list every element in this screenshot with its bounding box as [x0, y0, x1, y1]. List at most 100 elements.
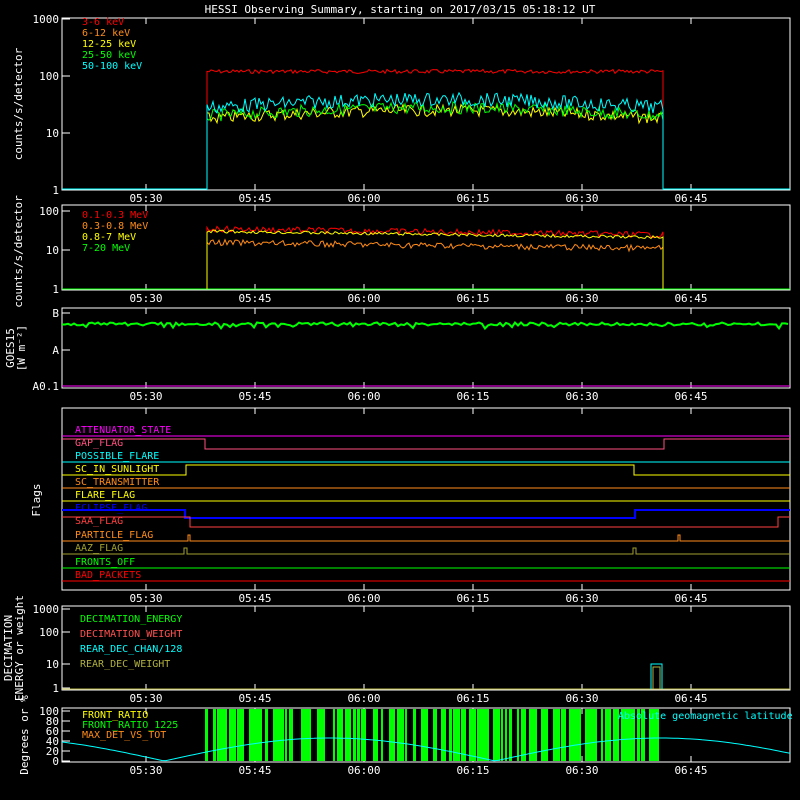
decimation-xtick-label: 06:00	[347, 692, 380, 705]
ratio-front-ratio-bar	[541, 709, 545, 761]
ratio-front-ratio-bar	[241, 709, 244, 761]
decimation-legend-item: REAR_DEC_WEIGHT	[80, 659, 170, 670]
goes-flux-line	[62, 321, 789, 331]
xray-xtick-label: 06:15	[456, 192, 489, 205]
xray-series-3-6	[206, 68, 664, 190]
flags-xtick-label: 06:45	[674, 592, 707, 605]
gamma-xtick-label: 06:00	[347, 292, 380, 305]
flags-label: SC_TRANSMITTER	[75, 477, 160, 488]
flags-label: POSSIBLE_FLARE	[75, 451, 159, 462]
ratio-legend-item: MAX_DET_VS_TOT	[82, 730, 166, 741]
goes-xtick-label: 06:00	[347, 390, 380, 403]
chart-title: HESSI Observing Summary, starting on 201…	[205, 3, 596, 16]
flags-label: GAP_FLAG	[75, 438, 123, 449]
ratio-front-ratio-bar	[497, 709, 500, 761]
xray-legend-item: 12-25 keV	[82, 39, 136, 50]
ratio-front-ratio-bar	[501, 709, 503, 761]
ratio-ylabel: Degrees or %	[18, 695, 31, 775]
flags-label: FRONTS_OFF	[75, 557, 135, 568]
xray-xtick-label: 05:45	[238, 192, 271, 205]
ratio-front-ratio-bar	[433, 709, 437, 761]
ratio-front-ratio-bar	[585, 709, 589, 761]
goes-ytick-label: B	[52, 307, 59, 320]
xray-legend-item: 50-100 keV	[82, 61, 142, 72]
xray-xtick-label: 05:30	[129, 192, 162, 205]
ratio-front-ratio-bar	[373, 709, 378, 761]
flags-xtick-label: 05:45	[238, 592, 271, 605]
ratio-front-ratio-bar	[477, 709, 481, 761]
flags-label: FLARE_FLAG	[75, 490, 135, 501]
ratio-front-ratio-bar	[217, 709, 221, 761]
ratio-front-ratio-bar	[265, 709, 268, 761]
ratio-xtick-label: 06:00	[347, 764, 380, 777]
ratio-xtick-label: 05:45	[238, 764, 271, 777]
goes-xtick-label: 06:45	[674, 390, 707, 403]
ratio-front-ratio-bar	[349, 709, 351, 761]
xray-series-50-100	[206, 91, 664, 190]
decimation-rear-weight-pulse	[652, 666, 661, 689]
decimation-legend-item: DECIMATION_ENERGY	[80, 614, 182, 625]
xray-legend-item: 3-6 keV	[82, 17, 124, 28]
ratio-front-ratio-bar	[405, 709, 407, 761]
ratio-front-ratio-bar	[317, 709, 321, 761]
flags-line-sunlight	[62, 464, 790, 476]
gamma-ytick-label: 1	[52, 283, 59, 296]
flags-label: ATTENUATOR_STATE	[75, 425, 171, 436]
decimation-xtick-label: 05:30	[129, 692, 162, 705]
ratio-front-ratio-bar	[361, 709, 366, 761]
ratio-front-ratio-bar	[205, 709, 208, 761]
xray-ytick-label: 1	[52, 184, 59, 197]
flags-xtick-label: 06:15	[456, 592, 489, 605]
ratio-front-ratio-bar	[553, 709, 557, 761]
ratio-front-ratio-bar	[577, 709, 581, 761]
ratio-front-ratio-bar	[449, 709, 452, 761]
gamma-legend-item: 0.1-0.3 MeV	[82, 210, 148, 221]
ratio-front-ratio-bar	[593, 709, 597, 761]
xray-xtick-label: 06:45	[674, 192, 707, 205]
ratio-front-ratio-bar	[381, 709, 383, 761]
ratio-front-ratio-bar	[233, 709, 236, 761]
gamma-frame	[61, 204, 791, 291]
flags-line-gap	[62, 438, 790, 450]
gamma-ytick-label: 10	[46, 244, 59, 257]
gamma-xtick-label: 06:30	[565, 292, 598, 305]
ratio-front-ratio-bar	[337, 709, 341, 761]
flags-line-aaz	[62, 547, 790, 555]
ratio-front-ratio-bar	[601, 709, 603, 761]
ratio-front-ratio-bar	[213, 709, 216, 761]
xray-xtick-label: 06:00	[347, 192, 380, 205]
ratio-front-ratio-bar	[509, 709, 512, 761]
ratio-front-ratio-bar	[341, 709, 343, 761]
decimation-legend-item: REAR_DEC_CHAN/128	[80, 644, 182, 655]
flags-label: SC_IN_SUNLIGHT	[75, 464, 159, 475]
gamma-series-0-3	[206, 238, 664, 289]
gamma-legend-item: 0.8-7 MeV	[82, 232, 136, 243]
ratio-front-ratio-bar	[505, 709, 507, 761]
decimation-xtick-label: 06:45	[674, 692, 707, 705]
xray-ytick-label: 1000	[33, 13, 60, 26]
ratio-xtick-label: 05:30	[129, 764, 162, 777]
decimation-ytick-label: 10	[46, 658, 59, 671]
flags-label: ECLIPSE_FLAG	[75, 503, 147, 514]
ratio-front-ratio-bar	[517, 709, 519, 761]
ratio-xtick-label: 06:30	[565, 764, 598, 777]
ratio-ytick-label: 0	[52, 755, 59, 768]
xray-ytick-label: 100	[39, 70, 59, 83]
ratio-front-ratio-bar	[413, 709, 416, 761]
ratio-front-ratio-bar	[321, 709, 325, 761]
gamma-legend-item: 0.3-0.8 MeV	[82, 221, 148, 232]
goes-xtick-label: 06:30	[565, 390, 598, 403]
gamma-xtick-label: 06:45	[674, 292, 707, 305]
ratio-front-ratio-bar	[353, 709, 356, 761]
gamma-xtick-label: 05:30	[129, 292, 162, 305]
decimation-ytick-label: 100	[39, 626, 59, 639]
ratio-xtick-label: 06:15	[456, 764, 489, 777]
flags-xtick-label: 06:00	[347, 592, 380, 605]
ratio-front-ratio-bar	[589, 709, 593, 761]
flags-label: PARTICLE_FLAG	[75, 530, 153, 541]
ratio-front-ratio-bar	[561, 709, 566, 761]
ratio-front-ratio-bar	[333, 709, 335, 761]
decimation-legend-item: DECIMATION_WEIGHT	[80, 629, 182, 640]
ratio-front-ratio-bar	[277, 709, 281, 761]
flags-xtick-label: 05:30	[129, 592, 162, 605]
